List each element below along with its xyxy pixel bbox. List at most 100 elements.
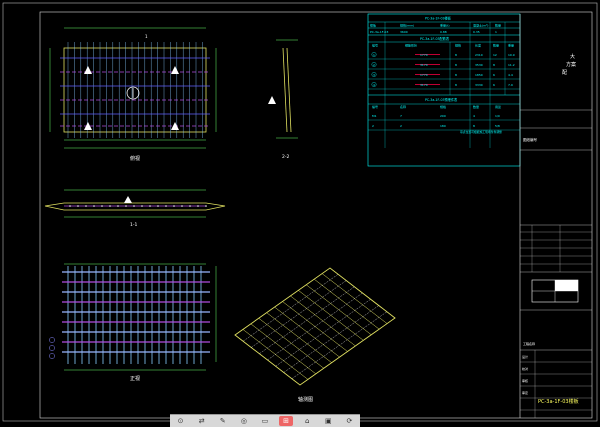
table-cell: 180 — [440, 124, 446, 128]
table-cell: 2310 — [475, 53, 483, 57]
drawing-canvas[interactable]: 1 俯视 2-2 1-1 正视 轴测图 PC-3a-1F-03楼板 楼板 规格(… — [0, 0, 600, 426]
rebar-dot — [77, 205, 79, 207]
table3-note: 吊点位置可根据施工现场条件调整 — [460, 130, 502, 134]
side-view-label: 2-2 — [282, 154, 289, 160]
title-block: 大 方案 配 图纸编号 工程名称 设计 校对 审核 审定 PC-3a-1F-03… — [519, 14, 592, 418]
rebar-dot — [165, 205, 167, 207]
elevation-view-label: 正视 — [130, 375, 140, 382]
sign-row: 设计 — [522, 354, 528, 359]
rebar-tag-icon — [49, 337, 55, 343]
table-header-cell: 重量(t) — [440, 23, 450, 28]
table-cell: 3530 — [475, 63, 483, 67]
rebar-tag-circles — [49, 337, 55, 359]
table-cell: 1 — [495, 30, 497, 34]
table-cell: 2 — [400, 124, 402, 128]
rebar-dot — [197, 205, 199, 207]
table-header-cell: 长度 — [475, 43, 481, 48]
table-cell: 3330 — [475, 83, 483, 87]
table2-title: PC-3a-1F-03配筋表 — [420, 36, 450, 41]
table-cell: 8 — [493, 63, 495, 67]
viewer-toolbar: ⊙ ⇄ ✎ ◎ ▭ ⊞ ⌂ ▣ ⟳ — [170, 414, 360, 427]
table-cell: 2 — [372, 124, 374, 128]
company-line-1: 大 — [570, 53, 575, 60]
table-header-cell: 规格(mm) — [400, 23, 414, 28]
isometric-view[interactable]: 轴测图 — [234, 267, 396, 403]
schedule-tables: PC-3a-1F-03楼板 楼板 规格(mm) 重量(t) 混凝土(m³) 数量 PC-3… — [367, 13, 521, 167]
rebar-tag-icon — [49, 345, 55, 351]
table-header-cell: 编号 — [372, 104, 378, 109]
table1-title: PC-3a-1F-03楼板 — [425, 16, 452, 21]
table-cell: 0.35 — [473, 30, 480, 34]
drawing-title: PC-3a-1F-03楼板 — [538, 398, 579, 405]
table-cell: 200 — [440, 114, 446, 118]
rebar-dot — [85, 205, 87, 207]
section-mark: 1 — [145, 34, 148, 39]
toolbar-button-icon[interactable]: ▣ — [321, 416, 335, 426]
toolbar-button-icon[interactable]: ▭ — [258, 416, 272, 426]
rebar-dot — [181, 205, 183, 207]
sign-row: 审核 — [522, 378, 528, 383]
table-header-cell: 名称 — [400, 104, 406, 109]
toolbar-button-icon[interactable]: ⟳ — [342, 416, 356, 426]
plan-view-label: 俯视 — [130, 155, 140, 162]
triangle-marker-icon — [268, 96, 276, 104]
table-cell: PC-3a-1F-03 — [370, 30, 388, 34]
rebar-dot — [125, 205, 127, 207]
rebar-tag-icon — [49, 353, 55, 359]
rebar-dot — [157, 205, 159, 207]
table-cell: 5/8 — [495, 124, 500, 128]
sign-row: 审定 — [522, 390, 528, 395]
rebar-dot — [69, 205, 71, 207]
toolbar-button-icon[interactable]: ⊞ — [279, 416, 294, 426]
side-view[interactable]: 2-2 — [268, 39, 298, 160]
project-label: 工程名称 — [523, 341, 535, 346]
table-header-cell: 楼板 — [370, 23, 376, 28]
table-cell: 4 — [473, 114, 475, 118]
triangle-marker-icon — [84, 66, 92, 74]
table-cell: 8 — [455, 63, 457, 67]
table-header-cell: 用途 — [495, 104, 501, 109]
table-cell: 6 — [493, 83, 495, 87]
toolbar-button-icon[interactable]: ✎ — [216, 416, 230, 426]
table-header-cell: 混凝土(m³) — [473, 23, 488, 28]
rebar-dot — [133, 205, 135, 207]
table-header-cell: 编号 — [372, 43, 378, 48]
rebar-elevation-view[interactable]: 正视 — [49, 263, 217, 382]
table-cell: 1770 — [420, 53, 428, 57]
table-cell: 11.2 — [508, 63, 515, 67]
toolbar-button-icon[interactable]: ⊙ — [174, 416, 188, 426]
table3-title: PC-3a-1F-03预埋件表 — [425, 97, 458, 102]
table-cell: 8 — [455, 53, 457, 57]
table-header-cell: 钢筋形状 — [405, 43, 417, 48]
sign-row: 校对 — [522, 366, 528, 371]
table-cell: 1/0 — [495, 114, 500, 118]
section-view-label: 1-1 — [130, 222, 137, 228]
table-cell: 1 — [373, 53, 375, 57]
table-cell: 1770 — [420, 73, 428, 77]
table-header-cell: 数量 — [495, 23, 501, 28]
section-view[interactable]: 1-1 — [44, 189, 226, 228]
table-header-cell: 规格 — [455, 43, 461, 48]
table-cell: 3600 — [400, 30, 408, 34]
company-line-2: 方案 — [566, 61, 576, 68]
rebar-dot — [149, 205, 151, 207]
rebar-dot — [101, 205, 103, 207]
table-cell: 3170 — [420, 63, 428, 67]
table-cell: 2 — [373, 63, 375, 67]
rebar-dot — [141, 205, 143, 207]
rebar-dot — [189, 205, 191, 207]
table-cell: 7 — [400, 114, 402, 118]
table-cell: 0.88 — [440, 30, 447, 34]
table-header-cell: 数量 — [473, 104, 479, 109]
toolbar-button-icon[interactable]: ⌂ — [300, 416, 314, 426]
table-cell: M1 — [372, 114, 377, 118]
plan-view[interactable]: 1 俯视 — [49, 27, 217, 162]
rebar-dot — [93, 205, 95, 207]
toolbar-button-icon[interactable]: ⇄ — [195, 416, 209, 426]
toolbar-button-icon[interactable]: ◎ — [237, 416, 251, 426]
triangle-marker-icon — [171, 66, 179, 74]
table-cell: 6 — [493, 73, 495, 77]
iso-rebars — [242, 273, 388, 380]
rebar-dot — [109, 205, 111, 207]
table-cell: 4.4 — [508, 73, 513, 77]
